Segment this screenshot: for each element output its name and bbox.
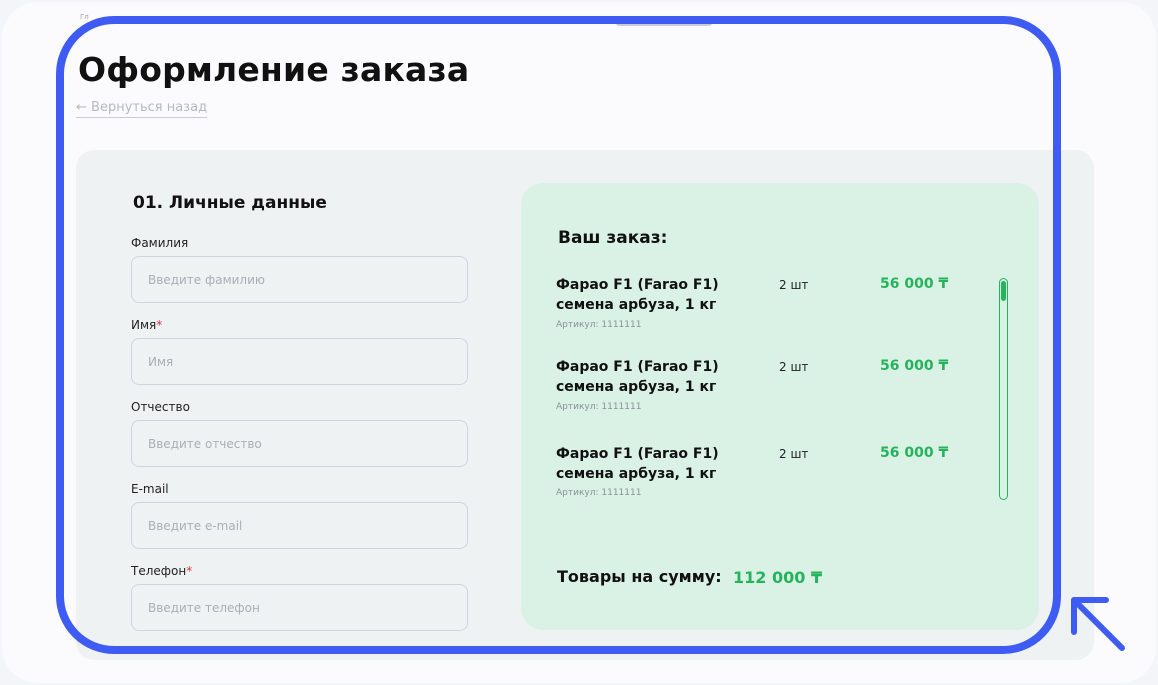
item-name-line: Фарао F1 (Farao F1) — [556, 277, 719, 293]
patronymic-label: Отчество — [131, 400, 190, 414]
phone-label: Телефон* — [131, 564, 192, 578]
item-quantity: 2 шт — [779, 447, 809, 461]
firstname-label-text: Имя — [131, 318, 157, 332]
breadcrumb[interactable]: Гл — [80, 13, 89, 21]
order-item-name: Фарао F1 (Farao F1) семена арбуза, 1 кг — [556, 444, 756, 484]
email-input[interactable] — [131, 502, 468, 549]
order-title: Ваш заказ: — [558, 228, 668, 248]
item-price: 56 000 ₸ — [880, 358, 949, 374]
item-price: 56 000 ₸ — [880, 276, 949, 292]
required-mark: * — [186, 564, 193, 578]
arrow-up-left-icon — [1071, 597, 1125, 651]
lastname-label-text: Фамилия — [131, 236, 189, 250]
lastname-input[interactable] — [131, 256, 468, 303]
total-label: Товары на сумму: — [557, 567, 722, 586]
item-price: 56 000 ₸ — [880, 445, 949, 461]
item-quantity: 2 шт — [779, 360, 809, 374]
item-name-line: семена арбуза, 1 кг — [556, 297, 717, 313]
total-value: 112 000 ₸ — [733, 568, 823, 587]
item-name-line: семена арбуза, 1 кг — [556, 466, 717, 482]
patronymic-input[interactable] — [131, 420, 468, 467]
item-sku: Артикул: 1111111 — [556, 320, 642, 330]
email-label-text: E-mail — [131, 482, 169, 496]
phone-input[interactable] — [131, 584, 468, 631]
back-link[interactable]: ← Вернуться назад — [76, 100, 208, 118]
item-sku: Артикул: 1111111 — [556, 488, 642, 498]
order-list-scrollbar[interactable] — [999, 278, 1008, 500]
item-quantity: 2 шт — [779, 278, 809, 292]
lastname-label: Фамилия — [131, 236, 188, 250]
order-item-name: Фарао F1 (Farao F1) семена арбуза, 1 кг — [556, 357, 756, 397]
page-title: Оформление заказа — [78, 50, 470, 89]
patronymic-label-text: Отчество — [131, 400, 190, 414]
order-item-name: Фарао F1 (Farao F1) семена арбуза, 1 кг — [556, 275, 756, 315]
item-sku: Артикул: 1111111 — [556, 402, 642, 412]
item-name-line: Фарао F1 (Farao F1) — [556, 359, 719, 375]
scrollbar-thumb[interactable] — [1001, 281, 1006, 301]
item-name-line: семена арбуза, 1 кг — [556, 379, 717, 395]
firstname-label: Имя* — [131, 318, 162, 332]
item-name-line: Фарао F1 (Farao F1) — [556, 446, 719, 462]
email-label: E-mail — [131, 482, 169, 496]
personal-data-title: 01. Личные данные — [133, 193, 327, 213]
phone-label-text: Телефон — [131, 564, 187, 578]
firstname-input[interactable] — [131, 338, 468, 385]
required-mark: * — [156, 318, 163, 332]
top-tab-indicator — [616, 20, 712, 26]
